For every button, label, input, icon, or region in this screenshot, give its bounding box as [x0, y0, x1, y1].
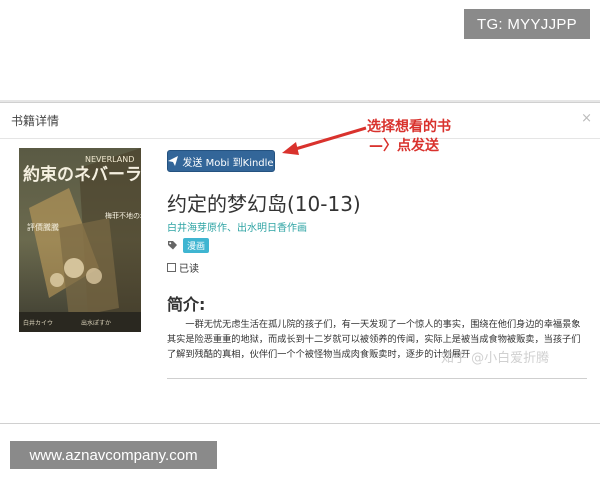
- annotation-arrow-icon: [282, 126, 367, 155]
- send-to-kindle-button[interactable]: 发送 Mobi 到Kindle: [167, 150, 275, 172]
- cover-title: 約束のネバーランド: [23, 164, 141, 185]
- send-to-kindle-label: 发送 Mobi 到Kindle: [182, 157, 274, 169]
- book-cover-image: 約束のネバーランド NEVERLAND 評價騰騰 梅菲不地の地带 白井カイウ 出…: [19, 148, 141, 332]
- cover-side-text: 梅菲不地の地带: [105, 211, 141, 220]
- tg-watermark: TG: MYYJJPP: [464, 9, 590, 39]
- url-watermark: www.aznavcompany.com: [10, 441, 217, 469]
- close-icon[interactable]: ×: [581, 111, 592, 126]
- read-status: 已读: [167, 260, 199, 275]
- divider: [167, 378, 587, 379]
- cover-logo: NEVERLAND: [85, 155, 134, 164]
- read-checkbox[interactable]: [167, 263, 176, 272]
- tag-row: 漫画: [167, 238, 210, 253]
- tag-icon: [168, 241, 177, 250]
- book-authors-link[interactable]: 白井海芽原作、出水明日香作画: [167, 219, 307, 234]
- modal-title: 书籍详情: [11, 114, 60, 128]
- book-title: 约定的梦幻岛(10-13): [167, 192, 361, 216]
- annotation-callout: 选择想看的书 —〉点发送: [367, 118, 451, 156]
- annotation-line-1: 选择想看的书: [367, 119, 451, 135]
- cover-author: 白井カイウ: [23, 319, 53, 327]
- cover-left-text: 評價騰騰: [27, 222, 59, 232]
- cover-artist: 出水ぽすか: [81, 319, 111, 327]
- paper-plane-icon: [168, 156, 179, 166]
- annotation-line-2: —〉点发送: [369, 138, 439, 154]
- tag-badge[interactable]: 漫画: [183, 238, 210, 253]
- read-label: 已读: [179, 264, 199, 275]
- zhihu-watermark: 知乎 @小白爱折腾: [441, 351, 550, 366]
- intro-heading: 简介:: [167, 295, 206, 314]
